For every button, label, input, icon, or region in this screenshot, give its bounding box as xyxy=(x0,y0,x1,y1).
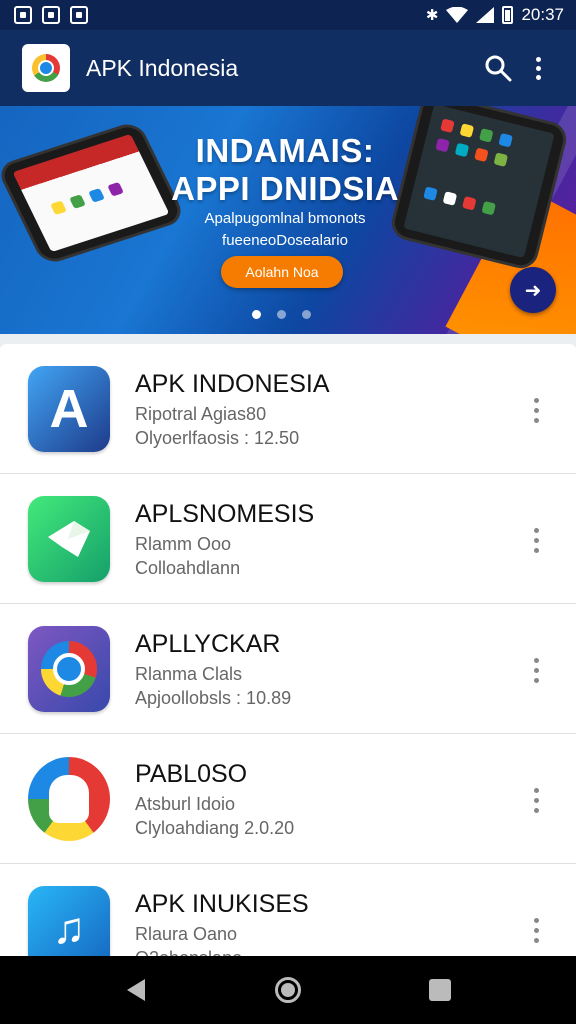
arrow-up-icon: ➜ xyxy=(524,279,542,302)
list-item[interactable]: APLLYCKAR Rlanma Clals Apjoollobsls : 10… xyxy=(0,604,576,734)
phone-illustration-left xyxy=(0,119,187,267)
banner-title-line2: APPI DNIDSIA xyxy=(171,170,399,207)
app-category: Rlanma Clals xyxy=(135,664,243,684)
pager-dot[interactable] xyxy=(252,310,261,319)
app-version: Colloahdlann xyxy=(135,558,241,578)
bird-app-icon xyxy=(28,496,110,582)
battery-icon xyxy=(502,6,514,24)
list-item[interactable]: ♫ APK INUKISES Rlaura Oano O2ohonslano xyxy=(0,864,576,956)
app-logo xyxy=(22,44,70,92)
search-button[interactable] xyxy=(478,48,518,88)
bluetooth-icon: ✱ xyxy=(425,7,439,24)
back-icon xyxy=(127,979,145,1001)
music-note-app-icon: ♫ xyxy=(28,886,110,956)
list-item[interactable]: A APK INDONESIA Ripotral Agias80 Olyoerl… xyxy=(0,344,576,474)
promo-banner[interactable]: INDAMAIS: APPI DNIDSIA Apalpugomlnal bmo… xyxy=(0,106,576,334)
app-category: Rlamm Ooo xyxy=(135,534,232,554)
status-bar: ✱ 20:37 xyxy=(0,0,576,30)
banner-subtitle-line2: fueeneoDosealario xyxy=(222,232,348,249)
letter-a-app-icon: A xyxy=(28,366,110,452)
system-nav-bar xyxy=(0,956,576,1024)
banner-title-line1: INDAMAIS: xyxy=(195,132,375,169)
recents-button[interactable] xyxy=(416,966,464,1014)
status-time: 20:37 xyxy=(521,5,564,24)
scroll-up-button[interactable]: ➜ xyxy=(510,267,556,313)
mascot-app-icon xyxy=(28,756,110,842)
overflow-menu-button[interactable] xyxy=(518,48,558,88)
app-category: Ripotral Agias80 xyxy=(135,404,267,424)
app-name: PABL0SO xyxy=(135,760,248,788)
app-logo-icon xyxy=(32,54,60,82)
pager-dot[interactable] xyxy=(277,310,286,319)
banner-subtitle-line1: Apalpugomlnal bmonots xyxy=(204,210,366,227)
app-name: APLLYCKAR xyxy=(135,630,281,658)
banner-pager xyxy=(252,310,311,319)
item-more-button[interactable] xyxy=(524,392,548,428)
app-category: Rlaura Oano xyxy=(135,924,238,944)
app-version: Apjoollobsls : 10.89 xyxy=(135,688,292,708)
app-version: Olyoerlfaosis : 12.50 xyxy=(135,428,300,448)
signal-icon xyxy=(476,7,495,23)
app-bar: APK Indonesia xyxy=(0,30,576,106)
status-notifications xyxy=(14,6,88,24)
chrome-app-icon xyxy=(28,626,110,712)
item-more-button[interactable] xyxy=(524,652,548,688)
app-name: APK INDONESIA xyxy=(135,370,330,398)
home-button[interactable] xyxy=(264,966,312,1014)
app-version: O2ohonslano xyxy=(135,948,242,956)
app-name: APK INUKISES xyxy=(135,890,309,918)
app-title: APK Indonesia xyxy=(86,54,239,81)
wifi-icon xyxy=(446,7,469,23)
home-icon xyxy=(275,977,301,1003)
app-category: Atsburl Idoio xyxy=(135,794,236,814)
notification-icon xyxy=(14,6,32,24)
app-list: A APK INDONESIA Ripotral Agias80 Olyoerl… xyxy=(0,344,576,956)
banner-subtitle: Apalpugomlnal bmonots fueeneoDosealario xyxy=(170,208,400,252)
banner-title: INDAMAIS: APPI DNIDSIA xyxy=(160,132,410,208)
recents-icon xyxy=(429,979,451,1001)
status-system: ✱ 20:37 xyxy=(426,5,564,25)
item-more-button[interactable] xyxy=(524,912,548,948)
app-name: APLSNOMESIS xyxy=(135,500,315,528)
more-vert-icon xyxy=(535,56,541,80)
list-item[interactable]: PABL0SO Atsburl Idoio Clyloahdiang 2.0.2… xyxy=(0,734,576,864)
back-button[interactable] xyxy=(112,966,160,1014)
home-notification-icon xyxy=(70,6,88,24)
app-version: Clyloahdiang 2.0.20 xyxy=(135,818,295,838)
list-item[interactable]: APLSNOMESIS Rlamm Ooo Colloahdlann xyxy=(0,474,576,604)
item-more-button[interactable] xyxy=(524,782,548,818)
pager-dot[interactable] xyxy=(302,310,311,319)
notification-icon xyxy=(42,6,60,24)
banner-cta-button[interactable]: Aolahn Noa xyxy=(221,256,343,288)
item-more-button[interactable] xyxy=(524,522,548,558)
search-icon xyxy=(485,55,512,82)
